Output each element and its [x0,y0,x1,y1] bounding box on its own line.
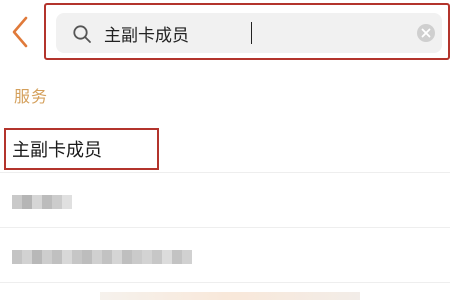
top-bar [0,0,450,68]
search-icon [72,24,92,44]
blurred-text [12,250,192,264]
clear-icon[interactable] [416,23,436,43]
result-highlight-annotation [4,128,159,170]
search-input[interactable] [104,18,404,48]
result-item-blurred-1[interactable] [0,173,450,228]
result-item-primary[interactable]: 主副卡成员 [0,118,450,173]
back-button[interactable] [6,12,36,52]
chevron-left-icon [12,16,28,48]
footer-fade [100,292,360,300]
blurred-text [12,195,72,209]
search-screen: 服务 主副卡成员 [0,0,450,300]
search-field[interactable] [56,13,442,53]
result-list: 主副卡成员 [0,118,450,283]
text-caret [251,22,252,44]
result-item-blurred-2[interactable] [0,228,450,283]
search-box-annotation [44,3,450,60]
section-label-services: 服务 [14,87,49,106]
